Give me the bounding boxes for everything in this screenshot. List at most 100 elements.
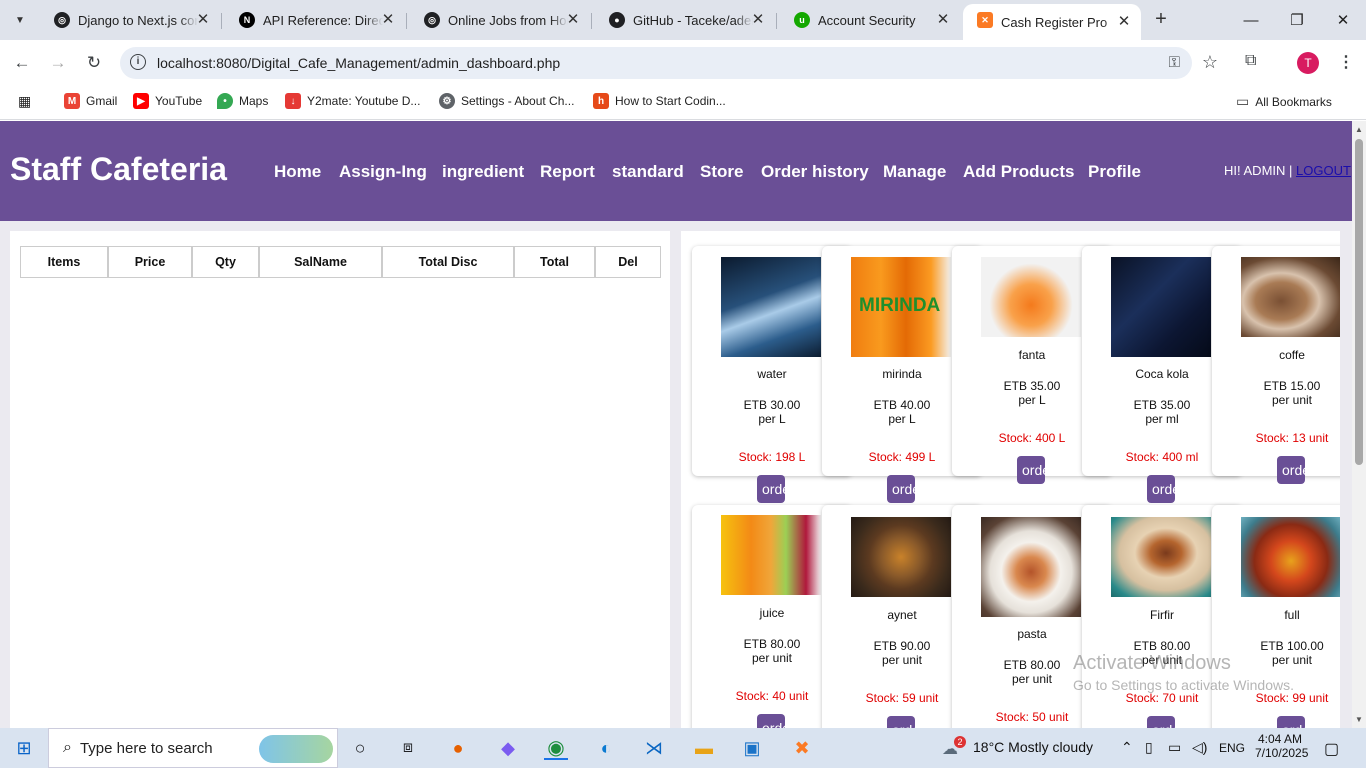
bookmark-coding[interactable]: h How to Start Codin... xyxy=(593,93,726,109)
profile-avatar[interactable]: T xyxy=(1297,52,1319,74)
weather-text[interactable]: 18°C Mostly cloudy xyxy=(973,739,1093,755)
browser-tab-4[interactable]: ● GitHub - Taceke/aden ✕ xyxy=(595,6,775,34)
scroll-up-icon[interactable]: ▲ xyxy=(1355,125,1363,134)
firefox-icon[interactable]: ● xyxy=(446,736,470,760)
nav-assign-ing[interactable]: Assign-Ing xyxy=(339,162,427,182)
edge-icon[interactable]: ◐ xyxy=(594,736,618,760)
close-icon[interactable]: ✕ xyxy=(194,11,212,29)
back-button[interactable]: ← xyxy=(10,51,34,75)
chevron-up-icon[interactable]: ⌃ xyxy=(1121,739,1133,756)
browser-tab-2[interactable]: N API Reference: Directi ✕ xyxy=(225,6,405,34)
nav-report[interactable]: Report xyxy=(540,162,595,182)
taskbar-search-box[interactable]: ⌕ Type here to search xyxy=(48,728,338,768)
tab-title: API Reference: Directi xyxy=(263,12,383,28)
chrome-icon[interactable]: ◉ xyxy=(544,736,568,760)
order-button[interactable]: order xyxy=(1277,716,1305,728)
close-icon[interactable]: ✕ xyxy=(749,11,767,29)
nav-ingredient[interactable]: ingredient xyxy=(442,162,524,182)
close-icon[interactable]: ✕ xyxy=(564,11,582,29)
folder-icon: ▭ xyxy=(1236,93,1250,109)
scrollbar-thumb[interactable] xyxy=(1355,139,1363,465)
nav-add-products[interactable]: Add Products xyxy=(963,162,1074,182)
order-button[interactable]: order xyxy=(887,716,915,728)
order-button[interactable]: order xyxy=(757,475,785,503)
forward-button[interactable]: → xyxy=(46,51,70,75)
product-image xyxy=(981,257,1081,337)
site-brand[interactable]: Staff Cafeteria xyxy=(10,151,227,188)
restore-button[interactable]: ❐ xyxy=(1274,6,1320,34)
vscode-icon[interactable]: ⋊ xyxy=(642,736,666,760)
close-icon[interactable]: ✕ xyxy=(934,11,952,29)
product-name: full xyxy=(1284,608,1300,622)
meet-now-icon[interactable]: ▯ xyxy=(1145,739,1153,756)
nav-profile[interactable]: Profile xyxy=(1088,162,1141,182)
browser-toolbar: ← → ↻ i localhost:8080/Digital_Cafe_Mana… xyxy=(0,40,1366,86)
close-icon[interactable]: ✕ xyxy=(1115,13,1133,31)
language-indicator[interactable]: ENG xyxy=(1219,741,1245,755)
bookmark-gmail[interactable]: M Gmail xyxy=(64,93,117,109)
battery-icon[interactable]: ▭ xyxy=(1168,739,1181,756)
order-button[interactable]: order xyxy=(1147,475,1175,503)
all-bookmarks[interactable]: ▭ All Bookmarks xyxy=(1236,93,1332,110)
browser-tab-5[interactable]: u Account Security ✕ xyxy=(780,6,960,34)
browser-tab-6-active[interactable]: ✕ Cash Register Pro ✕ xyxy=(963,4,1141,40)
photos-icon[interactable]: ▣ xyxy=(740,736,764,760)
url-text[interactable]: localhost:8080/Digital_Cafe_Management/a… xyxy=(157,55,560,71)
browser-tab-3[interactable]: ◎ Online Jobs from Hor ✕ xyxy=(410,6,590,34)
browser-tab-1[interactable]: ◎ Django to Next.js cor ✕ xyxy=(40,6,220,34)
minimize-button[interactable]: — xyxy=(1228,6,1274,34)
site-info-icon[interactable]: i xyxy=(130,54,146,70)
clock[interactable]: 4:04 AM 7/10/2025 xyxy=(1255,732,1308,760)
bookmark-youtube[interactable]: ▶ YouTube xyxy=(133,93,202,109)
notifications-icon[interactable]: ▢ xyxy=(1324,739,1339,759)
volume-icon[interactable]: ◁) xyxy=(1192,739,1207,756)
tab-search-icon[interactable]: ▼ xyxy=(9,9,31,31)
clock-time: 4:04 AM xyxy=(1257,732,1303,746)
tab-title: Account Security xyxy=(818,12,916,28)
order-button[interactable]: order xyxy=(1147,716,1175,728)
nav-home[interactable]: Home xyxy=(274,162,321,182)
file-explorer-icon[interactable]: ▬ xyxy=(692,736,716,760)
product-image xyxy=(721,257,821,357)
page-scrollbar[interactable]: ▲ ▼ xyxy=(1352,121,1366,728)
col-salname: SalName xyxy=(259,246,382,278)
cart-header-row: Items Price Qty SalName Total Disc Total… xyxy=(20,246,661,278)
order-button[interactable]: order xyxy=(1017,456,1045,484)
nav-order-history[interactable]: Order history xyxy=(761,162,869,182)
nav-manage[interactable]: Manage xyxy=(883,162,946,182)
reload-button[interactable]: ↻ xyxy=(82,51,106,75)
order-button[interactable]: order xyxy=(1277,456,1305,484)
nav-store[interactable]: Store xyxy=(700,162,743,182)
activate-windows-watermark: Activate Windows Go to Settings to activ… xyxy=(1073,652,1294,693)
bookmark-label: Settings - About Ch... xyxy=(461,94,575,108)
search-highlight-image xyxy=(259,735,333,763)
close-icon[interactable]: ✕ xyxy=(379,11,397,29)
cortana-icon[interactable]: ○ xyxy=(348,736,372,760)
close-window-button[interactable]: ✕ xyxy=(1320,6,1366,34)
order-button[interactable]: order xyxy=(757,714,785,728)
col-total: Total xyxy=(514,246,595,278)
logout-link[interactable]: LOGOUT xyxy=(1296,163,1351,178)
address-bar[interactable]: i localhost:8080/Digital_Cafe_Management… xyxy=(120,47,1218,79)
task-view-icon[interactable]: ⧈ xyxy=(396,736,420,760)
extensions-icon[interactable]: ⧉ xyxy=(1245,52,1256,70)
new-tab-button[interactable]: + xyxy=(1150,8,1172,31)
product-name: coffe xyxy=(1279,348,1305,362)
scroll-down-icon[interactable]: ▼ xyxy=(1355,715,1363,724)
user-greeting: HI! ADMIN | LOGOUT xyxy=(1224,163,1351,178)
bookmark-maps[interactable]: • Maps xyxy=(217,93,268,109)
order-button[interactable]: order xyxy=(887,475,915,503)
password-key-icon[interactable]: ⚿ xyxy=(1169,54,1180,71)
bookmark-settings[interactable]: ⚙ Settings - About Ch... xyxy=(439,93,574,109)
menu-kebab-icon[interactable]: ⋮ xyxy=(1338,52,1354,72)
product-image xyxy=(851,517,951,597)
xampp-icon: ✕ xyxy=(977,12,993,28)
bookmark-y2mate[interactable]: ↓ Y2mate: Youtube D... xyxy=(285,93,420,109)
copilot-icon[interactable]: ◆ xyxy=(496,736,520,760)
windows-start-icon[interactable]: ⊞ xyxy=(12,736,36,760)
nav-standard[interactable]: standard xyxy=(612,162,684,182)
watermark-title: Activate Windows xyxy=(1073,652,1231,674)
xampp-icon[interactable]: ✖ xyxy=(790,736,814,760)
apps-grid-icon[interactable]: ▦ xyxy=(18,93,31,110)
bookmark-star-icon[interactable]: ☆ xyxy=(1202,52,1218,73)
